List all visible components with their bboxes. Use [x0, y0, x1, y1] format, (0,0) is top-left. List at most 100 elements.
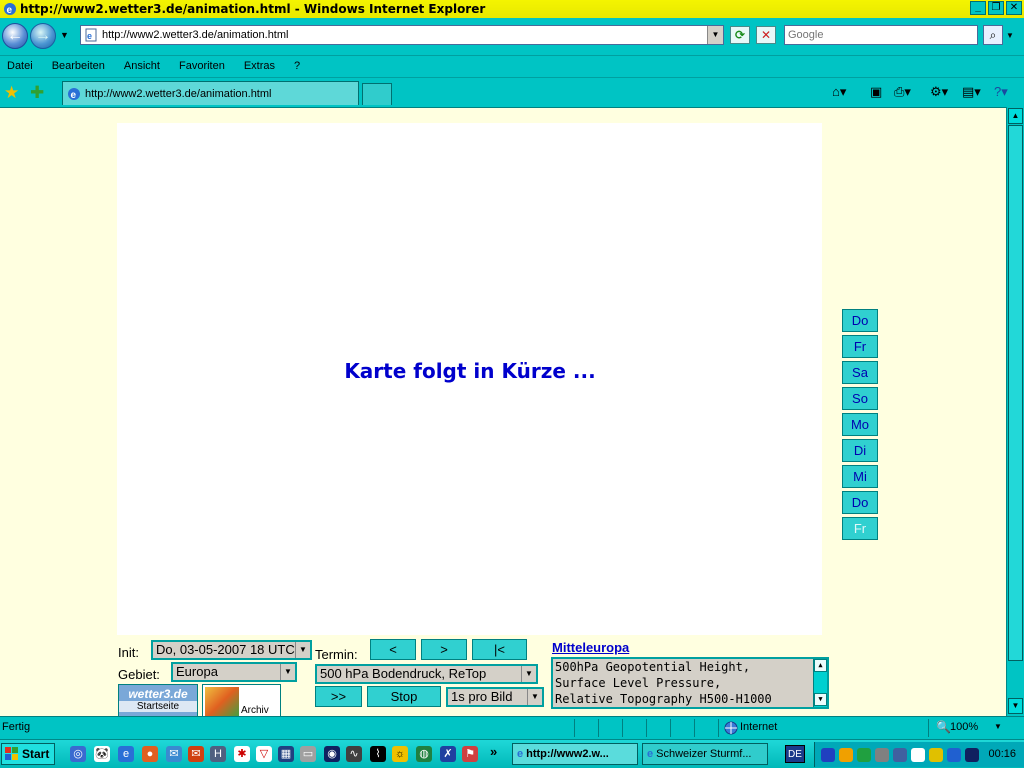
tray-security-icon[interactable] — [839, 748, 853, 762]
scroll-up-icon[interactable]: ▲ — [1008, 108, 1023, 124]
tab-active[interactable]: e http://www2.wetter3.de/animation.html — [62, 81, 359, 105]
day-button-di[interactable]: Di — [842, 439, 878, 462]
taskbar-item-ie[interactable]: e http://www2.w... — [512, 743, 638, 765]
tab-page-icon: e — [68, 87, 80, 101]
app-grid-icon[interactable]: ▦ — [278, 746, 294, 762]
restore-button[interactable]: ❐ — [988, 1, 1004, 15]
minimize-button[interactable]: _ — [970, 1, 986, 15]
status-divider — [574, 719, 575, 737]
day-button-mo[interactable]: Mo — [842, 413, 878, 436]
search-box[interactable] — [784, 25, 978, 45]
app-wave-icon[interactable]: ∿ — [346, 746, 362, 762]
description-scrollbar[interactable]: ▲ ▼ — [813, 659, 827, 707]
feeds-icon[interactable]: ▣ — [870, 84, 882, 100]
search-icon[interactable]: ⌕ — [983, 25, 1003, 45]
search-options-icon[interactable]: ▼ — [1006, 31, 1014, 40]
first-button[interactable]: |< — [472, 639, 527, 660]
firefox-icon[interactable]: ● — [142, 746, 158, 762]
scroll-up-icon[interactable]: ▲ — [814, 659, 827, 672]
archiv-thumbnail[interactable]: Archiv — [202, 684, 281, 716]
scroll-down-icon[interactable]: ▼ — [1008, 698, 1023, 714]
prev-button[interactable]: < — [370, 639, 416, 660]
tray-app-icon[interactable] — [965, 748, 979, 762]
gebiet-select[interactable]: Europa ▼ — [171, 662, 297, 682]
day-button-fr[interactable]: Fr — [842, 335, 878, 358]
app-monitor-icon[interactable]: ▭ — [300, 746, 316, 762]
print-icon[interactable]: ⎙▾ — [894, 84, 911, 100]
tools-gear-icon[interactable]: ⚙▾ — [930, 84, 948, 100]
menu-ansicht[interactable]: Ansicht — [124, 60, 160, 72]
app-pulse-icon[interactable]: ⌇ — [370, 746, 386, 762]
page-menu-icon[interactable]: ▤▾ — [962, 84, 981, 100]
refresh-icon[interactable]: ⟳ — [730, 26, 750, 44]
history-dropdown-icon[interactable]: ▼ — [60, 30, 69, 40]
next-button[interactable]: > — [421, 639, 467, 660]
add-favorite-icon[interactable]: ✚ — [30, 83, 44, 103]
stop-icon[interactable]: ✕ — [756, 26, 776, 44]
help-icon[interactable]: ?▾ — [994, 84, 1008, 100]
new-tab-button[interactable] — [362, 83, 392, 105]
app-sun-icon[interactable]: ☼ — [392, 746, 408, 762]
app-star-icon[interactable]: ✱ — [234, 746, 250, 762]
day-button-do[interactable]: Do — [842, 309, 878, 332]
play-button[interactable]: >> — [315, 686, 362, 707]
app-globe-icon[interactable]: ◍ — [416, 746, 432, 762]
tray-update-icon[interactable] — [857, 748, 871, 762]
address-dropdown-icon[interactable]: ▼ — [707, 26, 723, 44]
quicklaunch-chevron[interactable]: » — [490, 744, 497, 759]
mail-icon[interactable]: ✉ — [188, 746, 204, 762]
start-label: Start — [22, 747, 50, 761]
favorites-star-icon[interactable]: ★ — [4, 83, 19, 103]
menu-bearbeiten[interactable]: Bearbeiten — [52, 60, 105, 72]
ie-icon[interactable]: e — [118, 746, 134, 762]
status-divider — [718, 719, 719, 737]
speed-select[interactable]: 1s pro Bild ▼ — [446, 687, 544, 707]
back-button[interactable]: ← — [2, 23, 28, 49]
tray-shield-icon[interactable] — [947, 748, 961, 762]
zoom-magnifier-icon[interactable]: 🔍 — [936, 720, 951, 734]
scroll-thumb[interactable] — [1008, 125, 1023, 661]
tray-volume-icon[interactable] — [875, 748, 889, 762]
app-eye-icon[interactable]: ◉ — [324, 746, 340, 762]
day-button-do-2[interactable]: Do — [842, 491, 878, 514]
stop-animation-button[interactable]: Stop — [367, 686, 441, 707]
init-select[interactable]: Do, 03-05-2007 18 UTC ▼ — [151, 640, 312, 660]
outlook-icon[interactable]: ✉ — [166, 746, 182, 762]
menu-help[interactable]: ? — [294, 60, 300, 72]
zoom-dropdown-icon[interactable]: ▼ — [994, 722, 1002, 731]
search-input[interactable] — [785, 26, 977, 44]
menu-datei[interactable]: Datei — [7, 60, 33, 72]
day-button-mi[interactable]: Mi — [842, 465, 878, 488]
day-button-so[interactable]: So — [842, 387, 878, 410]
language-indicator[interactable]: DE — [785, 745, 805, 763]
menu-favoriten[interactable]: Favoriten — [179, 60, 225, 72]
forward-button[interactable]: → — [30, 23, 56, 49]
address-bar[interactable]: e http://www2.wetter3.de/animation.html … — [80, 25, 724, 45]
app-hc-icon[interactable]: H — [210, 746, 226, 762]
quicklaunch-1-icon[interactable]: ◎ — [70, 746, 86, 762]
tray-panda-icon[interactable] — [911, 748, 925, 762]
day-button-sa[interactable]: Sa — [842, 361, 878, 384]
app-tool-icon[interactable]: ✗ — [440, 746, 456, 762]
panda-icon[interactable]: 🐼 — [94, 746, 110, 762]
product-select[interactable]: 500 hPa Bodendruck, ReTop ▼ — [315, 664, 538, 684]
app-shield-icon[interactable]: ▽ — [256, 746, 272, 762]
home-icon[interactable]: ⌂▾ — [832, 84, 846, 100]
tray-disk-icon[interactable] — [893, 748, 907, 762]
start-button[interactable]: Start — [1, 743, 55, 765]
tray-pencil-icon[interactable] — [929, 748, 943, 762]
menu-extras[interactable]: Extras — [244, 60, 275, 72]
close-button[interactable]: ✕ — [1006, 1, 1022, 15]
description-line-2: Surface Level Pressure, — [555, 676, 722, 690]
mitteleuropa-link[interactable]: Mitteleuropa — [552, 640, 629, 655]
scroll-down-icon[interactable]: ▼ — [814, 693, 827, 706]
tray-network-icon[interactable] — [821, 748, 835, 762]
taskbar-item-schweizer[interactable]: e Schweizer Sturmf... — [642, 743, 768, 765]
app-flag-icon[interactable]: ⚑ — [462, 746, 478, 762]
startseite-thumbnail[interactable]: wetter3.de Startseite — [118, 684, 198, 716]
startseite-label: Startseite — [119, 701, 197, 712]
page-scrollbar[interactable]: ▲ ▼ — [1006, 107, 1024, 716]
description-textarea[interactable]: 500hPa Geopotential Height, Surface Leve… — [551, 657, 829, 709]
zoom-level[interactable]: 100% — [950, 721, 978, 733]
day-button-fr-2[interactable]: Fr — [842, 517, 878, 540]
